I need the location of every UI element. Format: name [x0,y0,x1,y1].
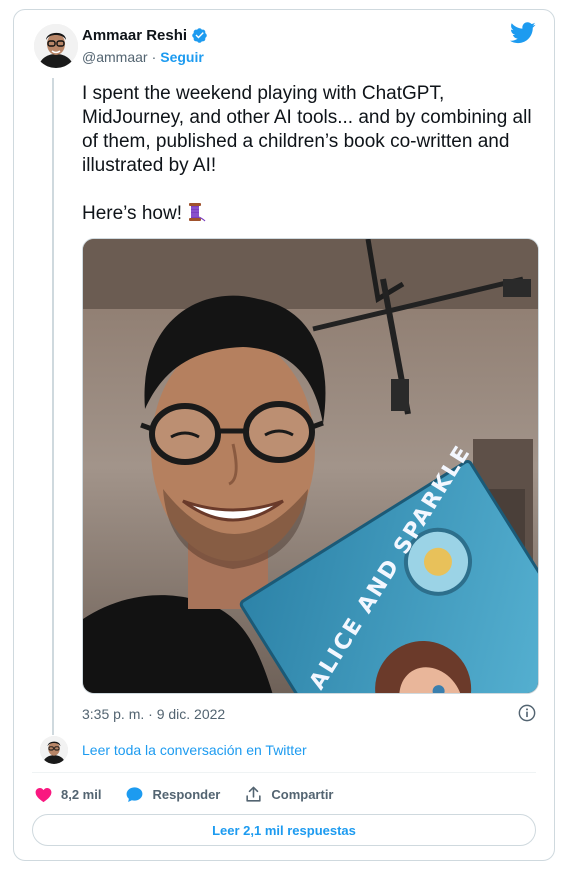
info-icon[interactable] [518,704,536,722]
divider [32,772,536,773]
read-thread-link[interactable]: Leer toda la conversación en Twitter [82,742,307,758]
reply-button[interactable]: Responder [125,785,220,804]
likes-count: 8,2 mil [61,786,102,802]
share-label: Compartir [271,786,334,802]
share-upload-icon [246,786,261,802]
tweet-text: I spent the weekend playing with ChatGPT… [82,82,542,226]
tweet-card: Ammaar Reshi @ammaar · Seguir I spent th… [13,9,555,861]
follow-link[interactable]: Seguir [160,49,204,65]
verified-badge-icon [191,27,208,44]
tweet-actions: 8,2 mil Responder Compartir [34,783,358,805]
heart-icon [35,787,52,802]
author-name-row: Ammaar Reshi [82,27,208,44]
author-avatar[interactable] [34,24,78,68]
handle-separator: · [151,49,157,65]
thread-line [52,78,54,735]
tweet-body: I spent the weekend playing with ChatGPT… [82,83,532,224]
spool-of-thread-icon [186,202,206,222]
read-replies-button[interactable]: Leer 2,1 mil respuestas [32,814,536,846]
author-display-name[interactable]: Ammaar Reshi [82,27,187,44]
reply-label: Responder [152,786,221,802]
twitter-bird-icon[interactable] [509,22,536,44]
like-button[interactable]: 8,2 mil [34,785,101,804]
share-button[interactable]: Compartir [244,785,334,804]
tweet-photo[interactable]: ALICE AND SPARKLE [82,238,539,694]
author-handle[interactable]: @ammaar [82,49,148,65]
author-handle-row: @ammaar · Seguir [82,49,204,65]
tweet-timestamp[interactable]: 3:35 p. m. · 9 dic. 2022 [82,706,225,722]
photo-illustration: ALICE AND SPARKLE [83,239,538,693]
reply-bubble-icon [127,786,143,802]
thread-avatar[interactable] [40,736,68,764]
